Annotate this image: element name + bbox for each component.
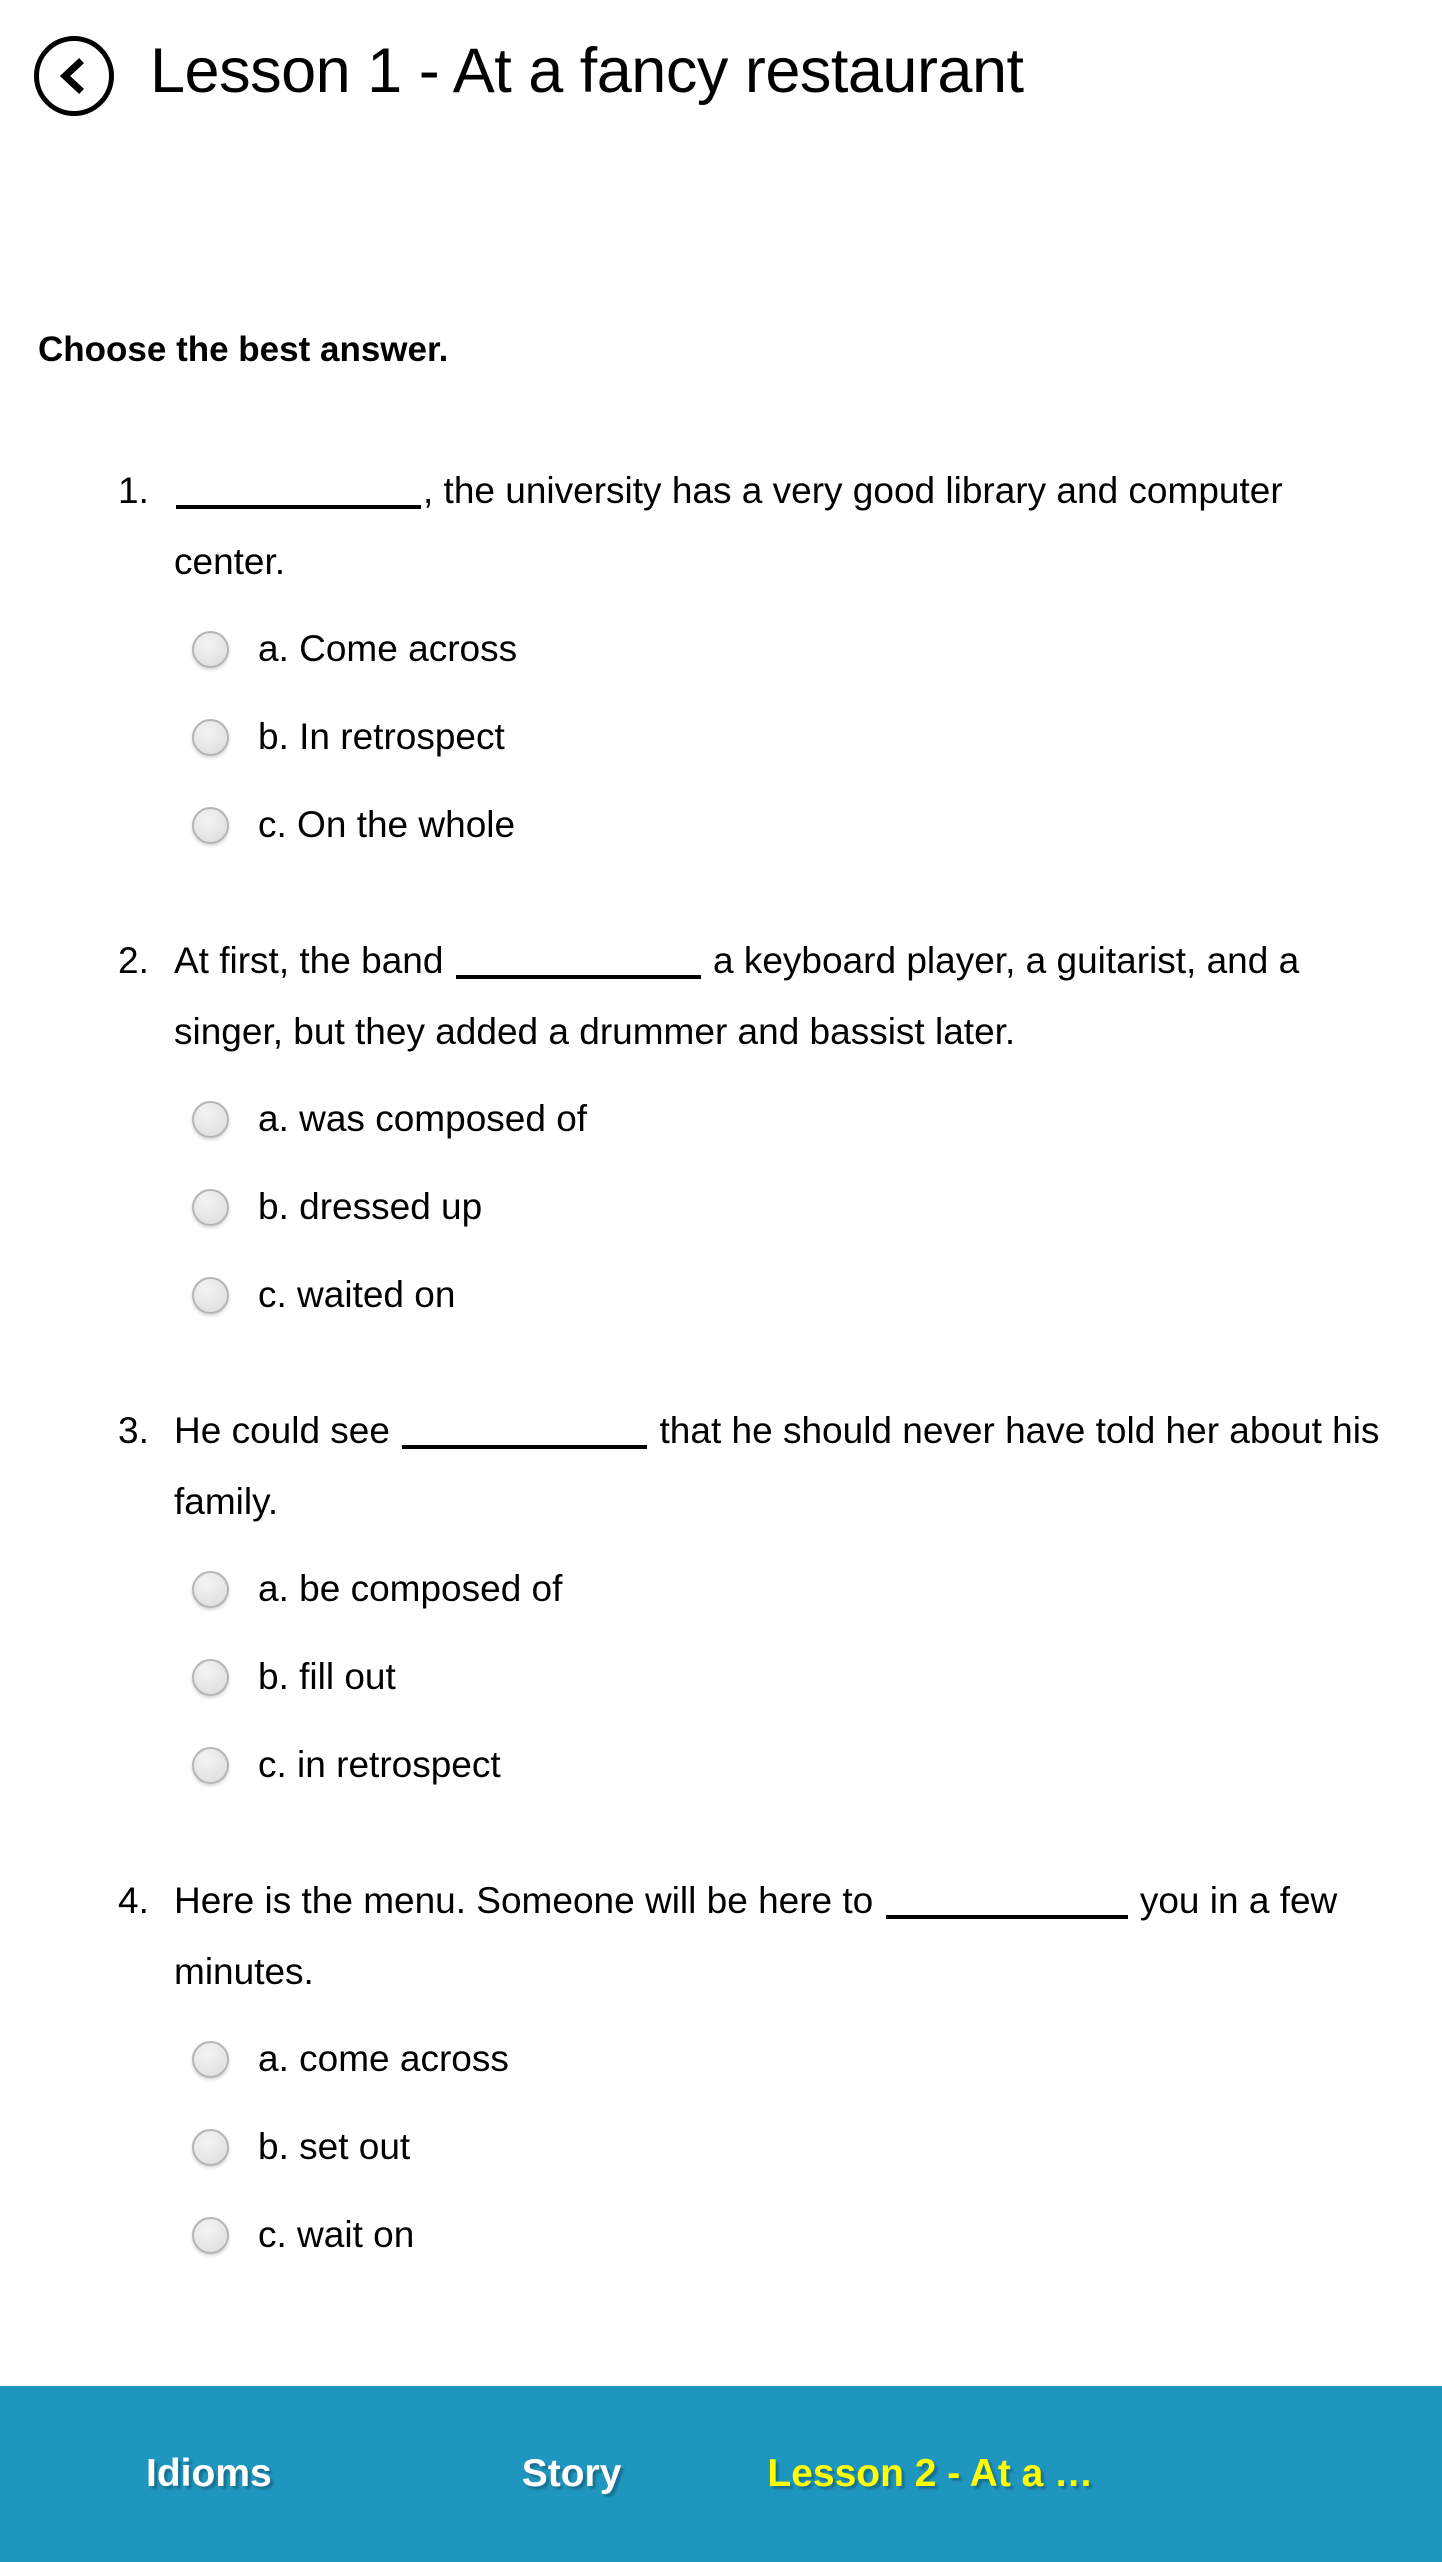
question-text-after: , the university has a very good library… — [174, 470, 1283, 582]
radio-button-icon[interactable] — [192, 2040, 229, 2078]
option-label: a. Come across — [258, 628, 518, 669]
question-block: 2. At first, the band a keyboard player,… — [0, 925, 1442, 1339]
radio-button-icon[interactable] — [192, 1658, 229, 1696]
radio-button-icon[interactable] — [192, 1188, 229, 1226]
radio-button-icon[interactable] — [192, 806, 229, 844]
question-block: 4. Here is the menu. Someone will be her… — [0, 1865, 1442, 2279]
option-row[interactable]: c. waited on — [192, 1251, 1442, 1339]
question-text-before: At first, the band — [174, 940, 454, 981]
question-block: 1. , the university has a very good libr… — [0, 455, 1442, 869]
answer-blank — [176, 505, 421, 509]
option-list: a. be composed of b. fill out c. in retr… — [0, 1545, 1442, 1809]
chevron-left-icon — [52, 54, 96, 98]
option-label: a. was composed of — [258, 1098, 588, 1139]
option-list: a. come across b. set out c. wait on — [0, 2015, 1442, 2279]
instruction-text: Choose the best answer. — [38, 330, 449, 369]
option-row[interactable]: b. set out — [192, 2103, 1442, 2191]
radio-button-icon[interactable] — [192, 2216, 229, 2254]
question-row: 4. Here is the menu. Someone will be her… — [0, 1865, 1442, 2007]
question-text-before: He could see — [174, 1410, 401, 1451]
nav-item-idioms[interactable]: Idioms — [146, 2452, 272, 2496]
answer-blank — [402, 1445, 648, 1449]
question-number: 4. — [118, 1880, 149, 1921]
option-label: c. waited on — [258, 1274, 456, 1315]
page-title: Lesson 1 - At a fancy restaurant — [150, 36, 1024, 106]
question-number: 2. — [118, 940, 149, 981]
question-text: Here is the menu. Someone will be here t… — [174, 1865, 1389, 2007]
back-button[interactable] — [34, 36, 114, 116]
option-row[interactable]: a. be composed of — [192, 1545, 1442, 1633]
option-label: b. set out — [258, 2126, 411, 2167]
question-row: 2. At first, the band a keyboard player,… — [0, 925, 1442, 1067]
option-label: b. dressed up — [258, 1186, 483, 1227]
nav-item-next-lesson[interactable]: Lesson 2 - At a … — [767, 2452, 1093, 2496]
question-block: 3. He could see that he should never hav… — [0, 1395, 1442, 1809]
question-row: 3. He could see that he should never hav… — [0, 1395, 1442, 1537]
radio-button-icon[interactable] — [192, 1100, 229, 1138]
option-label: b. In retrospect — [258, 716, 505, 757]
radio-button-icon[interactable] — [192, 630, 229, 668]
option-label: c. in retrospect — [258, 1744, 501, 1785]
app-header: Lesson 1 - At a fancy restaurant — [0, 0, 1442, 190]
option-label: a. be composed of — [258, 1568, 563, 1609]
question-text: At first, the band a keyboard player, a … — [174, 925, 1389, 1067]
radio-button-icon[interactable] — [192, 1746, 229, 1784]
option-row[interactable]: b. fill out — [192, 1633, 1442, 1721]
bottom-navigation-bar: Idioms Story Lesson 2 - At a … — [0, 2386, 1442, 2562]
question-number: 1. — [118, 470, 149, 511]
nav-item-story[interactable]: Story — [522, 2452, 622, 2496]
question-number: 3. — [118, 1410, 149, 1451]
radio-button-icon[interactable] — [192, 1570, 229, 1608]
radio-button-icon[interactable] — [192, 1276, 229, 1314]
option-row[interactable]: c. in retrospect — [192, 1721, 1442, 1809]
option-label: c. On the whole — [258, 804, 516, 845]
option-row[interactable]: b. In retrospect — [192, 693, 1442, 781]
option-label: c. wait on — [258, 2214, 415, 2255]
option-label: b. fill out — [258, 1656, 396, 1697]
question-text: He could see that he should never have t… — [174, 1395, 1389, 1537]
question-text: , the university has a very good library… — [174, 455, 1389, 597]
option-row[interactable]: a. come across — [192, 2015, 1442, 2103]
radio-button-icon[interactable] — [192, 718, 229, 756]
option-label: a. come across — [258, 2038, 509, 2079]
option-list: a. Come across b. In retrospect c. On th… — [0, 605, 1442, 869]
option-row[interactable]: a. Come across — [192, 605, 1442, 693]
question-list: 1. , the university has a very good libr… — [0, 455, 1442, 2335]
answer-blank — [455, 975, 701, 979]
option-row[interactable]: a. was composed of — [192, 1075, 1442, 1163]
question-row: 1. , the university has a very good libr… — [0, 455, 1442, 597]
option-list: a. was composed of b. dressed up c. wait… — [0, 1075, 1442, 1339]
question-text-before: Here is the menu. Someone will be here t… — [174, 1880, 884, 1921]
answer-blank — [885, 1915, 1128, 1919]
radio-button-icon[interactable] — [192, 2128, 229, 2166]
option-row[interactable]: c. On the whole — [192, 781, 1442, 869]
option-row[interactable]: b. dressed up — [192, 1163, 1442, 1251]
option-row[interactable]: c. wait on — [192, 2191, 1442, 2279]
